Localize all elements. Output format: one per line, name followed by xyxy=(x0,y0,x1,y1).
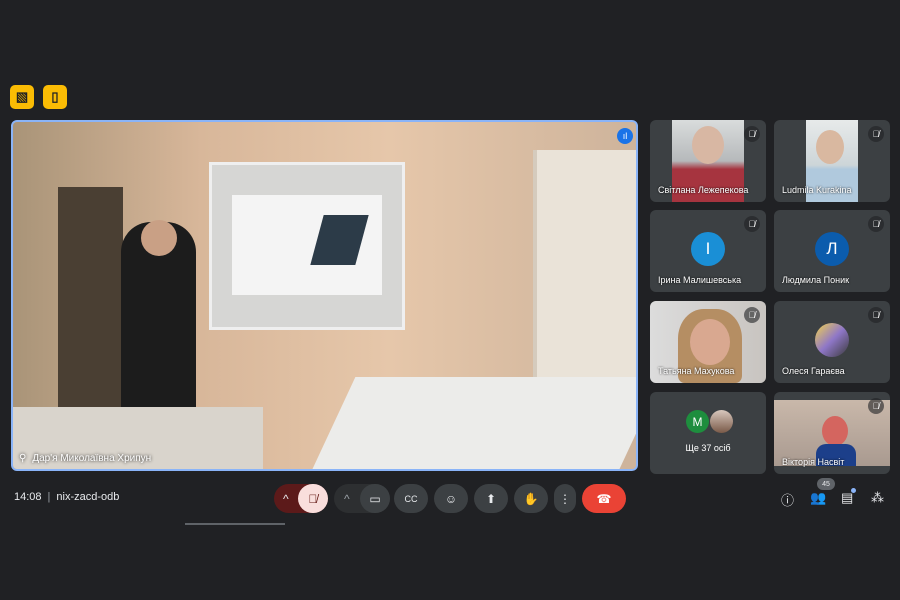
participant-tile[interactable]: 🎙̸ Олеся Гараєва xyxy=(774,301,890,383)
participant-name: Ludmila Kurakina xyxy=(782,185,852,195)
leave-door-button[interactable]: ▯ xyxy=(43,85,67,109)
avatar xyxy=(815,323,849,357)
more-participants-tile[interactable]: M Ще 37 осіб xyxy=(650,392,766,474)
participant-tile[interactable]: 🎙̸ Ludmila Kurakina xyxy=(774,120,890,202)
participant-tile[interactable]: Л 🎙̸ Людмила Поник xyxy=(774,210,890,292)
mic-off-icon: 🎙̸ xyxy=(744,126,760,142)
present-button[interactable]: ⬆ xyxy=(474,484,508,513)
scrollbar[interactable] xyxy=(185,523,285,525)
camera-off-button[interactable]: ▧ xyxy=(10,85,34,109)
avatar: Л xyxy=(815,232,849,266)
participant-name: Татьяна Махукова xyxy=(658,366,735,376)
people-count-badge: 45 xyxy=(817,478,835,490)
reactions-button[interactable]: ☺ xyxy=(434,484,468,513)
speaker-name: Дар'я Миколаївна Хрипун xyxy=(32,453,152,464)
hang-up-icon: ☎ xyxy=(596,491,612,506)
info-icon: ⓘ xyxy=(781,493,795,508)
mic-off-icon: 🎙̸ xyxy=(868,216,884,232)
activities-icon: ⁂ xyxy=(871,490,884,505)
meeting-code: nix-zacd-odb xyxy=(56,491,120,503)
main-video[interactable]: ıl ⚲ Дар'я Миколаївна Хрипун xyxy=(11,120,638,471)
mic-off-icon: 🎙̸ xyxy=(744,216,760,232)
no-video-icon: ▧ xyxy=(15,89,29,104)
leave-call-button[interactable]: ☎ xyxy=(582,484,626,513)
participant-name: Ірина Малишевська xyxy=(658,275,742,285)
meeting-info-button[interactable]: ⓘ xyxy=(781,490,794,509)
table xyxy=(310,377,636,469)
participant-name: Людмила Поник xyxy=(782,275,850,285)
mic-off-icon: 🎙̸ xyxy=(868,126,884,142)
pin-icon: ⚲ xyxy=(19,453,27,464)
speaking-indicator-icon: ıl xyxy=(617,128,633,144)
chat-notification-dot xyxy=(851,488,856,493)
participant-tile[interactable]: І 🎙̸ Ірина Малишевська xyxy=(650,210,766,292)
chevron-up-icon: ^ xyxy=(344,491,350,506)
clock-time: 14:08 xyxy=(14,491,42,503)
more-vert-icon: ⋮ xyxy=(559,491,571,506)
participant-tile[interactable]: 🎙̸ Татьяна Махукова xyxy=(650,301,766,383)
people-icon: 👥 xyxy=(810,490,827,505)
participant-name: Вікторія Насвіт xyxy=(782,457,845,467)
door xyxy=(533,150,636,400)
people-button[interactable]: 👥 xyxy=(810,490,826,506)
whiteboard-screen xyxy=(209,162,405,330)
divider: | xyxy=(47,491,51,503)
present-screen-icon: ⬆ xyxy=(485,491,497,506)
hand-icon: ✋ xyxy=(523,491,539,506)
door-exit-icon: ▯ xyxy=(51,89,59,104)
captions-button[interactable]: CC xyxy=(394,484,428,513)
camera-icon: ▭ xyxy=(369,491,381,506)
doorway xyxy=(58,187,123,407)
activities-button[interactable]: ⁂ xyxy=(871,490,884,506)
raise-hand-button[interactable]: ✋ xyxy=(514,484,548,513)
mic-off-icon: 🎙̸ xyxy=(868,398,884,414)
participant-name: Світлана Лежепекова xyxy=(658,185,749,195)
participant-name: Ще 37 осіб xyxy=(685,443,731,453)
participant-name: Олеся Гараєва xyxy=(782,366,845,376)
chevron-up-icon: ^ xyxy=(283,491,289,506)
avatar: M xyxy=(686,410,709,433)
participant-tile[interactable]: 🎙̸ Світлана Лежепекова xyxy=(650,120,766,202)
more-options-button[interactable]: ⋮ xyxy=(554,484,576,513)
emoji-icon: ☺ xyxy=(444,491,458,506)
participant-tile[interactable]: 🎙̸ Вікторія Насвіт xyxy=(774,392,890,474)
captions-icon: CC xyxy=(404,493,418,504)
mic-off-icon: 🎙̸ xyxy=(744,307,760,323)
avatar: І xyxy=(691,232,725,266)
avatar xyxy=(710,410,733,433)
mic-off-icon: 🎙̸ xyxy=(868,307,884,323)
mic-off-icon: 🎙̸ xyxy=(308,491,318,506)
camera-toggle-button[interactable]: ▭ xyxy=(360,484,390,513)
microphone-toggle-button[interactable]: 🎙̸ xyxy=(298,484,328,513)
